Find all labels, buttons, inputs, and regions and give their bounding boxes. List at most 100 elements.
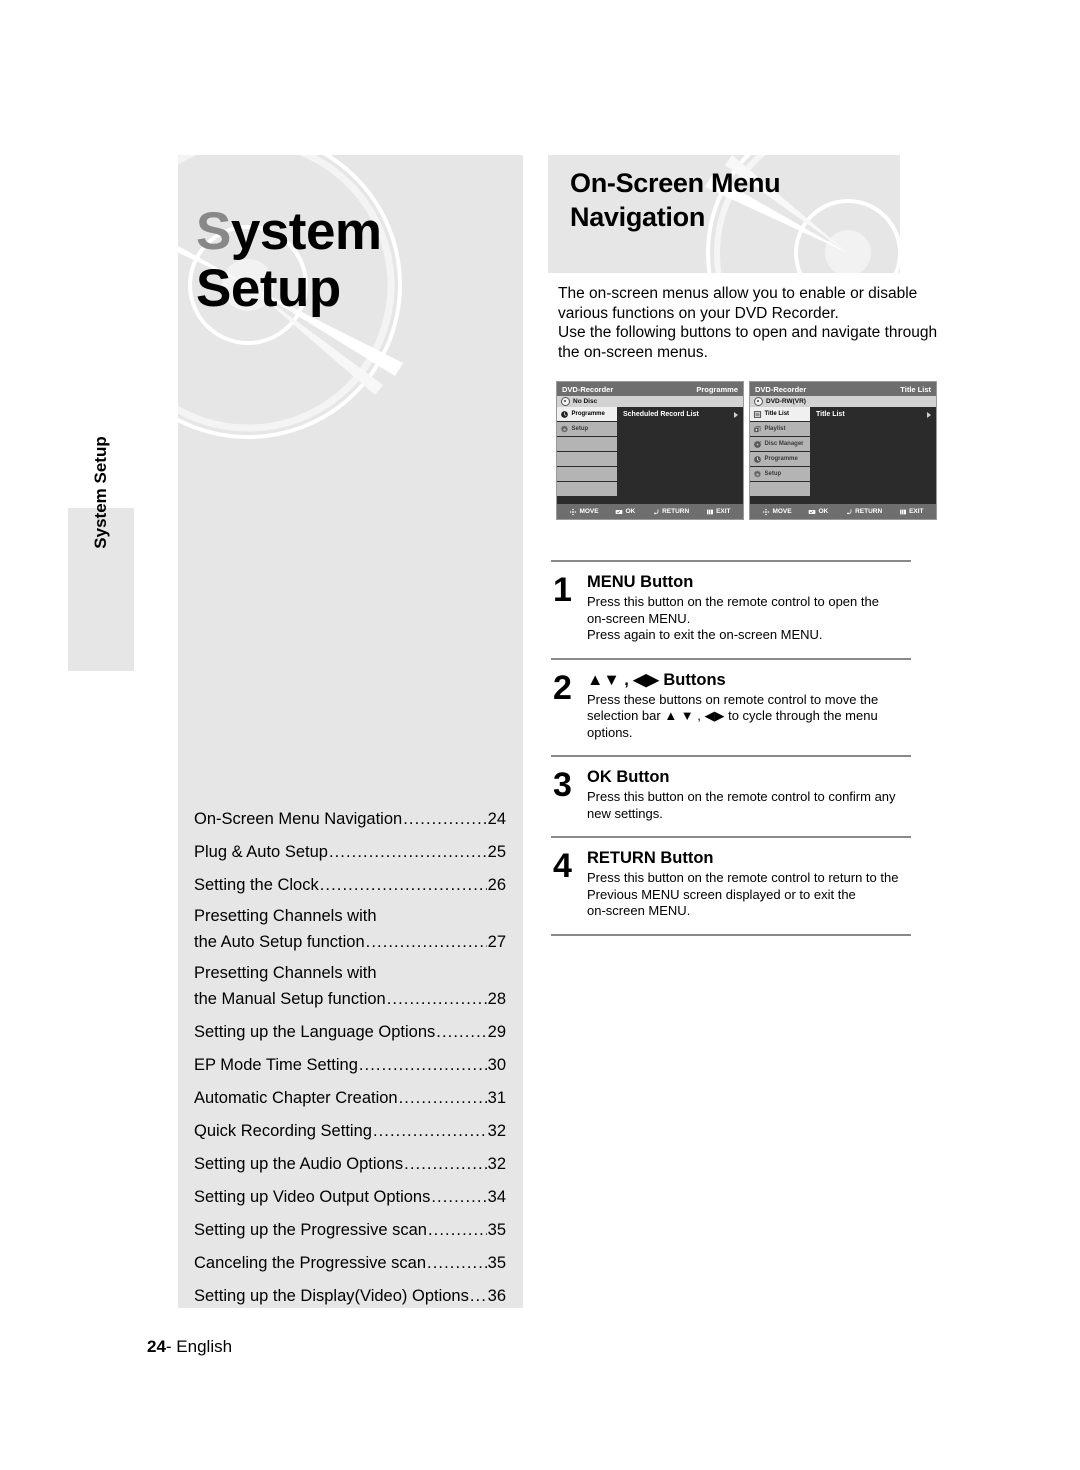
toc-entry-label: the Auto Setup function bbox=[194, 933, 365, 951]
toc-entry-label: EP Mode Time Setting bbox=[194, 1056, 358, 1074]
disc-icon bbox=[754, 397, 763, 406]
section-title-line2: Navigation bbox=[570, 201, 706, 232]
step-text-line: Press this button on the remote control … bbox=[587, 870, 899, 885]
osd-mode-label: Programme bbox=[696, 384, 738, 394]
step-text-line: Press this button on the remote control … bbox=[587, 594, 879, 609]
toc-leader-dots: ........................................… bbox=[358, 1056, 487, 1074]
osd-sidebar: Title List Playlist Disc Manager Programme S… bbox=[750, 407, 810, 504]
step-heading: MENU Button bbox=[587, 573, 694, 591]
osd-sidebar-item-programme[interactable]: Programme bbox=[557, 407, 617, 422]
toc-entry[interactable]: Canceling the Progressive scan..........… bbox=[194, 1249, 506, 1277]
toc-entry[interactable]: Plug & Auto Setup.......................… bbox=[194, 838, 506, 866]
osd-sidebar-item-label: Disc Manager bbox=[764, 441, 804, 447]
osd-status-label: OK bbox=[625, 508, 636, 515]
osd-sidebar-item-label: Playlist bbox=[764, 426, 786, 432]
disc-icon bbox=[561, 397, 570, 406]
osd-sidebar-item-empty bbox=[557, 482, 617, 497]
osd-content-item[interactable]: Scheduled Record List bbox=[623, 411, 738, 418]
osd-titlebar: DVD-Recorder Programme bbox=[557, 382, 743, 396]
step-body: RETURN Button Press this button on the re… bbox=[587, 848, 911, 920]
disc-manager-icon bbox=[754, 440, 762, 448]
toc-entry-label: Quick Recording Setting bbox=[194, 1122, 372, 1140]
toc-leader-dots: ........................................… bbox=[328, 843, 487, 861]
dpad-icon bbox=[763, 508, 770, 515]
toc-entry[interactable]: On-Screen Menu Navigation...............… bbox=[194, 805, 506, 833]
toc-entry[interactable]: the Auto Setup function.................… bbox=[194, 928, 506, 956]
step-number: 2 bbox=[553, 668, 572, 707]
step-text-line: Press this button on the remote control … bbox=[587, 789, 896, 804]
osd-status-label: RETURN bbox=[855, 508, 883, 515]
toc-entry[interactable]: Setting up the Progressive scan.........… bbox=[194, 1216, 506, 1244]
section-title: On-Screen Menu Navigation bbox=[570, 167, 781, 235]
toc-entry[interactable]: Setting up Video Output Options.........… bbox=[194, 1183, 506, 1211]
osd-status-exit: EXIT bbox=[706, 508, 731, 516]
osd-screenshots: DVD-Recorder Programme No Disc Programme Set… bbox=[556, 381, 938, 521]
toc-entry-label: Setting up the Language Options bbox=[194, 1023, 436, 1041]
step-text-line: options. bbox=[587, 724, 633, 740]
chapter-side-tab-label: System Setup bbox=[91, 436, 110, 549]
toc-entry[interactable]: Setting up the Display(Video) Options...… bbox=[194, 1282, 506, 1308]
osd-mode-label: Title List bbox=[900, 384, 931, 394]
osd-device-label: DVD-Recorder bbox=[562, 384, 614, 394]
osd-disc-label: DVD-RW(VR) bbox=[766, 398, 806, 405]
osd-screenshot: DVD-Recorder Title List DVD-RW(VR) Title Li… bbox=[749, 381, 937, 520]
toc-leader-dots: ........................................… bbox=[403, 810, 486, 828]
step-body: MENU Button Press this button on the remo… bbox=[587, 572, 911, 644]
osd-status-exit: EXIT bbox=[899, 508, 924, 516]
osd-sidebar-item-label: Programme bbox=[571, 411, 605, 417]
osd-content: Scheduled Record List bbox=[617, 407, 743, 504]
toc-entry[interactable]: Setting up the Language Options.........… bbox=[194, 1018, 506, 1046]
toc-leader-dots: ........................................… bbox=[365, 933, 487, 951]
osd-content-item-label: Scheduled Record List bbox=[623, 411, 699, 418]
toc-entry[interactable]: Automatic Chapter Creation..............… bbox=[194, 1084, 506, 1112]
step-text: Press this button on the remote control … bbox=[587, 789, 911, 822]
toc-entry-page: 32 bbox=[487, 1155, 506, 1173]
toc-entry[interactable]: Setting up the Audio Options............… bbox=[194, 1150, 506, 1178]
intro-line-1: The on-screen menus allow you to enable … bbox=[558, 285, 918, 302]
toc-leader-dots: ........................................… bbox=[319, 876, 487, 894]
osd-disc-bar: No Disc bbox=[557, 396, 743, 407]
instruction-step: 1 MENU Button Press this button on the rem… bbox=[551, 562, 911, 658]
toc-leader-dots: ........................................… bbox=[386, 990, 487, 1008]
toc-leader-dots: ........................................… bbox=[427, 1254, 487, 1272]
step-body: ▲▼ , ◀▶ Buttons Press these buttons on re… bbox=[587, 670, 911, 742]
toc-entry[interactable]: Presetting Channels with bbox=[194, 961, 506, 985]
osd-content-item[interactable]: Title List bbox=[816, 411, 931, 418]
toc-entry[interactable]: Setting the Clock.......................… bbox=[194, 871, 506, 899]
step-text-line: Press these buttons on remote control to… bbox=[587, 691, 879, 707]
title-list-icon bbox=[753, 410, 762, 418]
osd-body: Title List Playlist Disc Manager Programme S… bbox=[750, 407, 936, 504]
step-number: 4 bbox=[553, 847, 572, 885]
step-text-line: Previous MENU screen displayed or to exi… bbox=[587, 886, 856, 902]
osd-sidebar-item-disc-manager[interactable]: Disc Manager bbox=[750, 437, 810, 452]
osd-sidebar-item-playlist[interactable]: Playlist bbox=[750, 422, 810, 437]
footer-language: - English bbox=[165, 1337, 233, 1356]
intro-line-4: the on-screen menus. bbox=[558, 343, 708, 361]
osd-sidebar-item-setup[interactable]: Setup bbox=[750, 467, 810, 482]
step-text-line: on-screen MENU. bbox=[587, 903, 691, 918]
toc-entry[interactable]: Presetting Channels with bbox=[194, 904, 506, 928]
toc-entry-page: 24 bbox=[487, 810, 506, 828]
toc-entry-page: 27 bbox=[487, 933, 506, 951]
programme-icon bbox=[754, 455, 761, 463]
toc-entry[interactable]: Quick Recording Setting.................… bbox=[194, 1117, 506, 1145]
toc-entry[interactable]: EP Mode Time Setting....................… bbox=[194, 1051, 506, 1079]
osd-sidebar-item-title-list[interactable]: Title List bbox=[750, 407, 810, 422]
toc-entry-page: 34 bbox=[487, 1188, 506, 1206]
step-text-line: on-screen MENU. bbox=[587, 610, 691, 626]
toc-entry[interactable]: the Manual Setup function...............… bbox=[194, 985, 506, 1013]
osd-sidebar-item-programme[interactable]: Programme bbox=[750, 452, 810, 467]
dpad-icon bbox=[570, 508, 577, 515]
page-title-rest: ystem bbox=[230, 202, 382, 261]
section-title-line1: On-Screen Menu bbox=[570, 168, 781, 198]
toc-entry-page: 26 bbox=[487, 876, 506, 894]
osd-status-label: MOVE bbox=[772, 508, 792, 515]
playlist-icon bbox=[754, 425, 761, 432]
instruction-step: 3 OK Button Press this button on the remot… bbox=[551, 757, 911, 836]
toc-leader-dots: ........................................… bbox=[469, 1287, 487, 1305]
osd-sidebar-item-empty bbox=[557, 452, 617, 467]
osd-status-bar: MOVE OK RETURN EXIT bbox=[557, 504, 743, 519]
osd-sidebar-item-label: Setup bbox=[571, 426, 589, 432]
chapter-side-tab: System Setup bbox=[68, 436, 134, 671]
osd-sidebar-item-setup[interactable]: Setup bbox=[557, 422, 617, 437]
